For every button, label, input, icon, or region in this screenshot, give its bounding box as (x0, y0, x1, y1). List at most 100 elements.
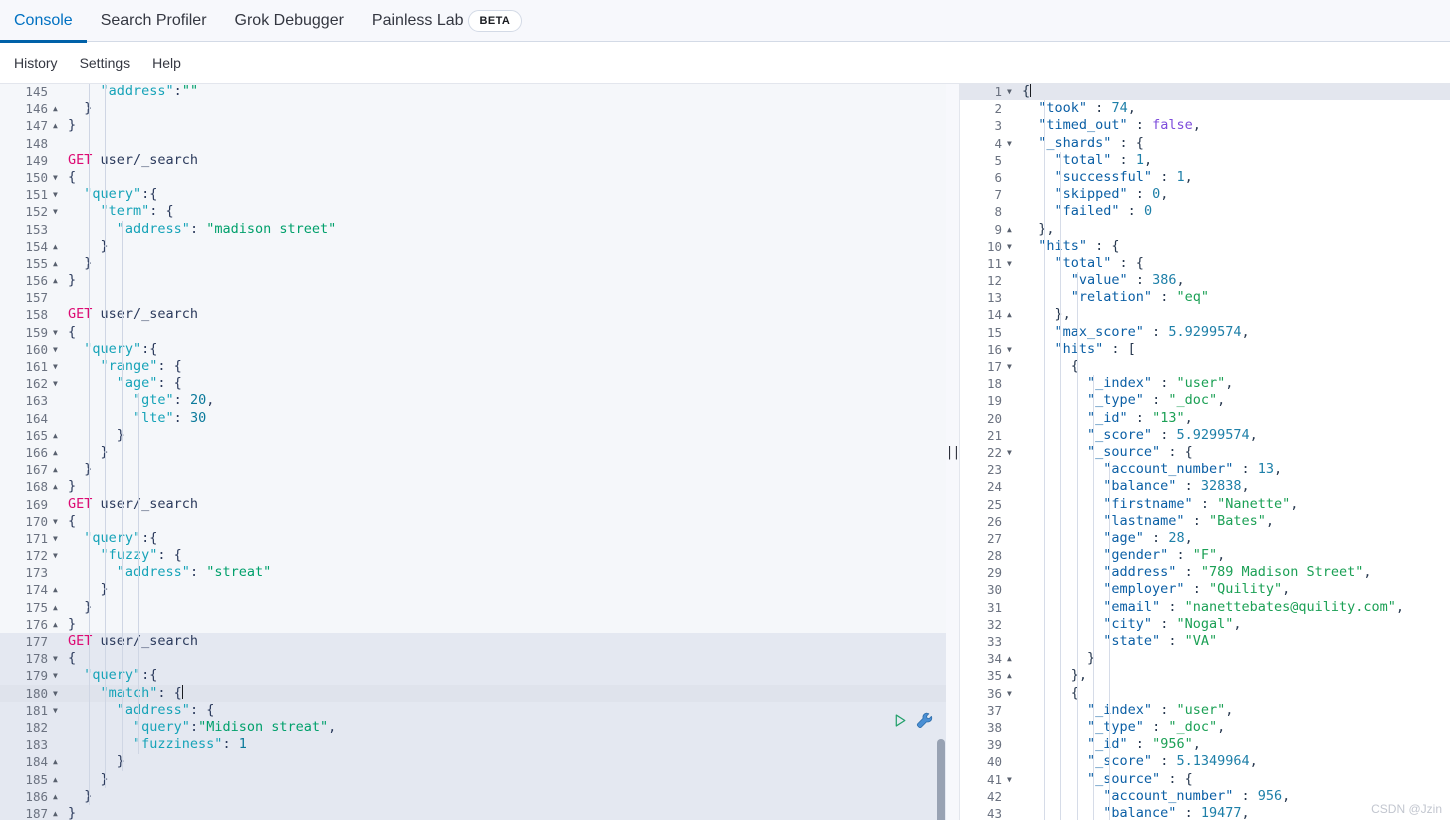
code-line[interactable]: 169 GET user/_search (0, 496, 956, 513)
code-line[interactable]: 18 "_index" : "user", (956, 375, 1450, 392)
code-line[interactable]: 9 ▲ }, (956, 221, 1450, 238)
response-editor[interactable]: 1 ▼{2 "took" : 74, 3 "timed_out" : false, 4… (956, 84, 1450, 820)
code-line[interactable]: 7 "skipped" : 0, (956, 186, 1450, 203)
fold-toggle-icon[interactable]: ▼ (52, 341, 64, 358)
code-line[interactable]: 155 ▲ } (0, 255, 956, 272)
fold-toggle-icon[interactable]: ▲ (52, 599, 64, 616)
code-line[interactable]: 158 GET user/_search (0, 306, 956, 323)
fold-toggle-icon[interactable]: ▼ (52, 324, 64, 341)
code-line[interactable]: 145 "address":"" (0, 84, 956, 100)
fold-toggle-icon[interactable]: ▲ (52, 238, 64, 255)
fold-toggle-icon[interactable]: ▲ (52, 272, 64, 289)
code-line[interactable]: 149 GET user/_search (0, 152, 956, 169)
code-line[interactable]: 16 ▼ "hits" : [ (956, 341, 1450, 358)
code-line[interactable]: 185▲ } (0, 770, 956, 788)
request-editor-scrollbar[interactable] (937, 739, 945, 820)
fold-toggle-icon[interactable]: ▲ (52, 117, 64, 134)
code-line[interactable]: 20 "_id" : "13", (956, 410, 1450, 427)
code-line[interactable]: 19 "_type" : "_doc", (956, 392, 1450, 409)
fold-toggle-icon[interactable]: ▲ (1006, 306, 1018, 323)
code-line[interactable]: 157 (0, 289, 956, 306)
code-line[interactable]: 175 ▲ } (0, 599, 956, 616)
fold-toggle-icon[interactable]: ▼ (52, 186, 64, 203)
code-line[interactable]: 146 ▲ } (0, 100, 956, 117)
fold-toggle-icon[interactable]: ▼ (52, 667, 64, 684)
menu-item-settings[interactable]: Settings (80, 55, 131, 71)
code-line[interactable]: 174▲ } (0, 581, 956, 598)
code-line[interactable]: 184 ▲ } (0, 753, 956, 771)
code-line[interactable]: 181 ▼ "address": { (0, 701, 956, 719)
fold-toggle-icon[interactable]: ▲ (52, 788, 64, 805)
code-line[interactable]: 22 ▼ "_source" : { (956, 444, 1450, 461)
code-line[interactable]: 161 ▼ "range": { (0, 358, 956, 375)
fold-toggle-icon[interactable]: ▼ (52, 547, 64, 564)
code-line[interactable]: 151 ▼ "query":{ (0, 186, 956, 203)
code-line[interactable]: 13 "relation" : "eq" (956, 289, 1450, 306)
code-line[interactable]: 23 "account_number" : 13, (956, 461, 1450, 478)
menu-item-help[interactable]: Help (152, 55, 181, 71)
code-line[interactable]: 148 (0, 135, 956, 152)
code-line[interactable]: 6 "successful" : 1, (956, 169, 1450, 186)
fold-toggle-icon[interactable]: ▼ (1006, 444, 1018, 461)
code-line[interactable]: 180 ▼ "match": { (0, 684, 956, 702)
code-line[interactable]: 162 ▼ "age": { (0, 375, 956, 392)
code-line[interactable]: 3 "timed_out" : false, (956, 117, 1450, 134)
fold-toggle-icon[interactable]: ▼ (1006, 238, 1018, 255)
code-line[interactable]: 167 ▲ } (0, 461, 956, 478)
fold-toggle-icon[interactable]: ▲ (52, 461, 64, 478)
code-line[interactable]: 32 "city" : "Nogal", (956, 616, 1450, 633)
code-line[interactable]: 5 "total" : 1, (956, 152, 1450, 169)
fold-toggle-icon[interactable]: ▲ (52, 771, 64, 788)
code-line[interactable]: 171 ▼ "query":{ (0, 530, 956, 547)
code-line[interactable]: 179 ▼ "query":{ (0, 667, 956, 685)
code-line[interactable]: 163 "gte": 20, (0, 392, 956, 409)
fold-toggle-icon[interactable]: ▼ (52, 650, 64, 667)
wrench-icon[interactable] (916, 712, 933, 729)
code-line[interactable]: 28 "gender" : "F", (956, 547, 1450, 564)
code-line[interactable]: 17 ▼ { (956, 358, 1450, 375)
code-line[interactable]: 2 "took" : 74, (956, 100, 1450, 117)
code-line[interactable]: 11 ▼ "total" : { (956, 255, 1450, 272)
code-line[interactable]: 27 "age" : 28, (956, 530, 1450, 547)
tab-painless-lab[interactable]: Painless Lab BETA (358, 0, 536, 42)
code-line[interactable]: 34 ▲ } (956, 650, 1450, 667)
code-line[interactable]: 36 ▼ { (956, 685, 1450, 702)
fold-toggle-icon[interactable]: ▲ (52, 444, 64, 461)
code-line[interactable]: 165 ▲ } (0, 427, 956, 444)
code-line[interactable]: 33 "state" : "VA" (956, 633, 1450, 650)
request-editor-code[interactable]: 145 "address":"" 146 ▲ } 147 ▲} 148 149 GET use… (0, 84, 956, 820)
tab-console[interactable]: Console (0, 0, 87, 43)
menu-item-history[interactable]: History (14, 55, 58, 71)
play-icon[interactable] (893, 713, 908, 728)
fold-toggle-icon[interactable]: ▼ (1006, 341, 1018, 358)
request-editor[interactable]: 145 "address":"" 146 ▲ } 147 ▲} 148 149 GET use… (0, 84, 956, 820)
fold-toggle-icon[interactable]: ▼ (52, 169, 64, 186)
code-line[interactable]: 186 ▲ } (0, 787, 956, 805)
code-line[interactable]: 187 ▲} (0, 804, 956, 820)
code-line[interactable]: 164 "lte": 30 (0, 410, 956, 427)
code-line[interactable]: 25 "firstname" : "Nanette", (956, 496, 1450, 513)
code-line[interactable]: 166▲ } (0, 444, 956, 461)
fold-toggle-icon[interactable]: ▲ (1006, 221, 1018, 238)
code-line[interactable]: 15 "max_score" : 5.9299574, (956, 324, 1450, 341)
code-line[interactable]: 41 ▼ "_source" : { (956, 771, 1450, 788)
code-line[interactable]: 39 "_id" : "956", (956, 736, 1450, 753)
code-line[interactable]: 24 "balance" : 32838, (956, 478, 1450, 495)
fold-toggle-icon[interactable]: ▼ (52, 530, 64, 547)
code-line[interactable]: 153 "address": "madison street" (0, 221, 956, 238)
code-line[interactable]: 154▲ } (0, 238, 956, 255)
code-line[interactable]: 37 "_index" : "user", (956, 702, 1450, 719)
code-line[interactable]: 168 ▲} (0, 478, 956, 495)
fold-toggle-icon[interactable]: ▲ (52, 805, 64, 820)
code-line[interactable]: 156 ▲} (0, 272, 956, 289)
code-line[interactable]: 31 "email" : "nanettebates@quility.com", (956, 599, 1450, 616)
code-line[interactable]: 152 ▼ "term": { (0, 203, 956, 220)
code-line[interactable]: 21 "_score" : 5.9299574, (956, 427, 1450, 444)
fold-toggle-icon[interactable]: ▲ (52, 427, 64, 444)
code-line[interactable]: 173 "address": "streat" (0, 564, 956, 581)
code-line[interactable]: 29 "address" : "789 Madison Street", (956, 564, 1450, 581)
code-line[interactable]: 177 GET user/_search (0, 633, 956, 651)
code-line[interactable]: 182 "query":"Midison streat", (0, 718, 956, 737)
code-line[interactable]: 14 ▲ }, (956, 306, 1450, 323)
fold-toggle-icon[interactable]: ▼ (52, 203, 64, 220)
